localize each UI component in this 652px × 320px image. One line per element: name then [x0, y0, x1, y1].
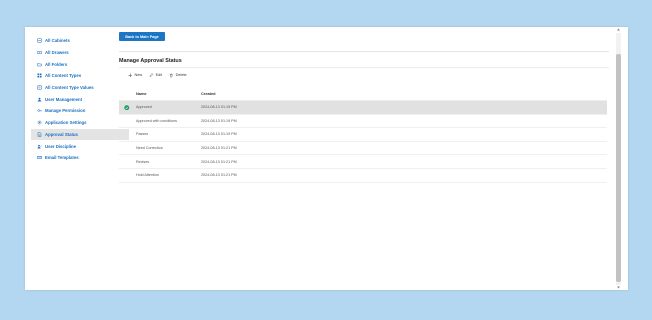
checkmark-circle-icon[interactable]	[124, 104, 130, 111]
table-header: Name Created	[119, 87, 607, 101]
sidebar-item-email-templates[interactable]: Email Templates	[31, 152, 129, 164]
scroll-up-arrow-icon[interactable]	[616, 27, 621, 32]
main-content: Back to Main Page Manage Approval Status…	[119, 27, 614, 290]
sidebar-nav: All Cabinets All Drawers All Folders All Co…	[31, 35, 129, 164]
sidebar-item-user-discipline[interactable]: User Discipline	[31, 140, 129, 152]
sidebar-item-label: Application Settings	[45, 120, 87, 126]
sidebar-item-application-settings[interactable]: Application Settings	[31, 117, 129, 129]
sidebar-item-all-content-type-values[interactable]: All Content Type Values	[31, 82, 129, 94]
name-cell: Passes	[136, 132, 149, 137]
created-cell: 2024-08-13 01:21 PM	[201, 146, 237, 151]
scroll-down-arrow-icon[interactable]	[616, 285, 621, 290]
sidebar-item-label: User Discipline	[45, 143, 77, 149]
sidebar-item-all-cabinets[interactable]: All Cabinets	[31, 35, 129, 47]
back-to-main-button[interactable]: Back to Main Page	[119, 32, 165, 41]
table-row[interactable]: Approved 2024-08-13 01:19 PM	[119, 101, 607, 115]
cabinet-icon	[36, 38, 42, 44]
approval-status-table: Name Created Approved 2024-08-13 01:19 PM…	[119, 87, 607, 183]
list-icon	[36, 85, 42, 91]
sidebar-item-approval-status[interactable]: Approval Status	[31, 128, 129, 141]
folder-icon	[36, 61, 42, 67]
delete-button[interactable]: Delete	[169, 73, 187, 78]
row-select-cell[interactable]	[119, 104, 135, 111]
new-label: New	[134, 73, 143, 78]
sidebar-item-label: Approval Status	[45, 131, 78, 137]
sidebar-item-label: All Content Type Values	[45, 85, 94, 91]
sidebar-item-label: Email Templates	[45, 155, 79, 161]
table-row[interactable]: Hold Attention 2024-08-13 01:21 PM	[119, 169, 607, 183]
trash-icon	[170, 73, 173, 78]
app-window: All Cabinets All Drawers All Folders All Co…	[25, 27, 628, 290]
edit-label: Edit	[155, 73, 163, 78]
created-column-header[interactable]: Created	[201, 91, 321, 96]
table-row[interactable]: Need Correction 2024-08-13 01:21 PM	[119, 142, 607, 156]
sidebar-item-all-content-types[interactable]: All Content Types	[31, 70, 129, 82]
key-icon	[36, 108, 42, 114]
page-title: Manage Approval Status	[119, 58, 182, 64]
sidebar-item-user-management[interactable]: User Management	[31, 93, 129, 105]
name-cell: Revises	[136, 159, 150, 164]
document-icon	[36, 131, 42, 137]
sidebar-item-manage-permission[interactable]: Manage Permission	[31, 105, 129, 117]
sidebar-item-label: Manage Permission	[45, 108, 86, 114]
table-row[interactable]: Revises 2024-08-13 01:21 PM	[119, 155, 607, 169]
sidebar-item-label: All Content Types	[45, 73, 82, 79]
created-cell: 2024-08-13 01:19 PM	[201, 105, 237, 110]
header-divider	[119, 51, 609, 52]
gear-icon	[36, 120, 42, 126]
created-cell: 2024-08-13 01:19 PM	[201, 132, 237, 137]
user-check-icon	[36, 143, 42, 149]
sidebar-item-label: All Cabinets	[45, 38, 70, 44]
drawer-icon	[36, 50, 42, 56]
user-icon	[36, 96, 42, 102]
name-cell: Approved with conditions	[136, 118, 177, 123]
name-cell: Need Correction	[136, 146, 163, 151]
created-cell: 2024-08-13 01:21 PM	[201, 159, 237, 164]
plus-icon	[128, 73, 133, 78]
sidebar-item-label: All Drawers	[45, 50, 69, 56]
new-button[interactable]: New	[128, 73, 142, 78]
scroll-thumb[interactable]	[616, 54, 621, 282]
name-cell: Approved	[136, 105, 152, 110]
command-bar: New Edit Delete	[128, 73, 194, 78]
grid-icon	[36, 73, 42, 79]
sidebar-item-all-drawers[interactable]: All Drawers	[31, 47, 129, 59]
edit-button[interactable]: Edit	[149, 73, 162, 78]
vertical-scrollbar[interactable]	[614, 27, 623, 290]
pencil-icon	[149, 73, 154, 77]
mail-icon	[36, 155, 42, 161]
delete-label: Delete	[175, 73, 187, 78]
sidebar-item-label: All Folders	[45, 61, 68, 67]
title-divider	[119, 67, 609, 68]
table-row[interactable]: Approved with conditions 2024-08-13 01:19…	[119, 115, 607, 129]
name-cell: Hold Attention	[136, 173, 159, 178]
created-cell: 2024-08-13 01:21 PM	[201, 173, 237, 178]
sidebar-item-label: User Management	[45, 96, 83, 102]
name-column-header[interactable]: Name	[135, 91, 201, 96]
sidebar-item-all-folders[interactable]: All Folders	[31, 58, 129, 70]
created-cell: 2024-08-13 01:19 PM	[201, 118, 237, 123]
table-row[interactable]: Passes 2024-08-13 01:19 PM	[119, 128, 607, 142]
